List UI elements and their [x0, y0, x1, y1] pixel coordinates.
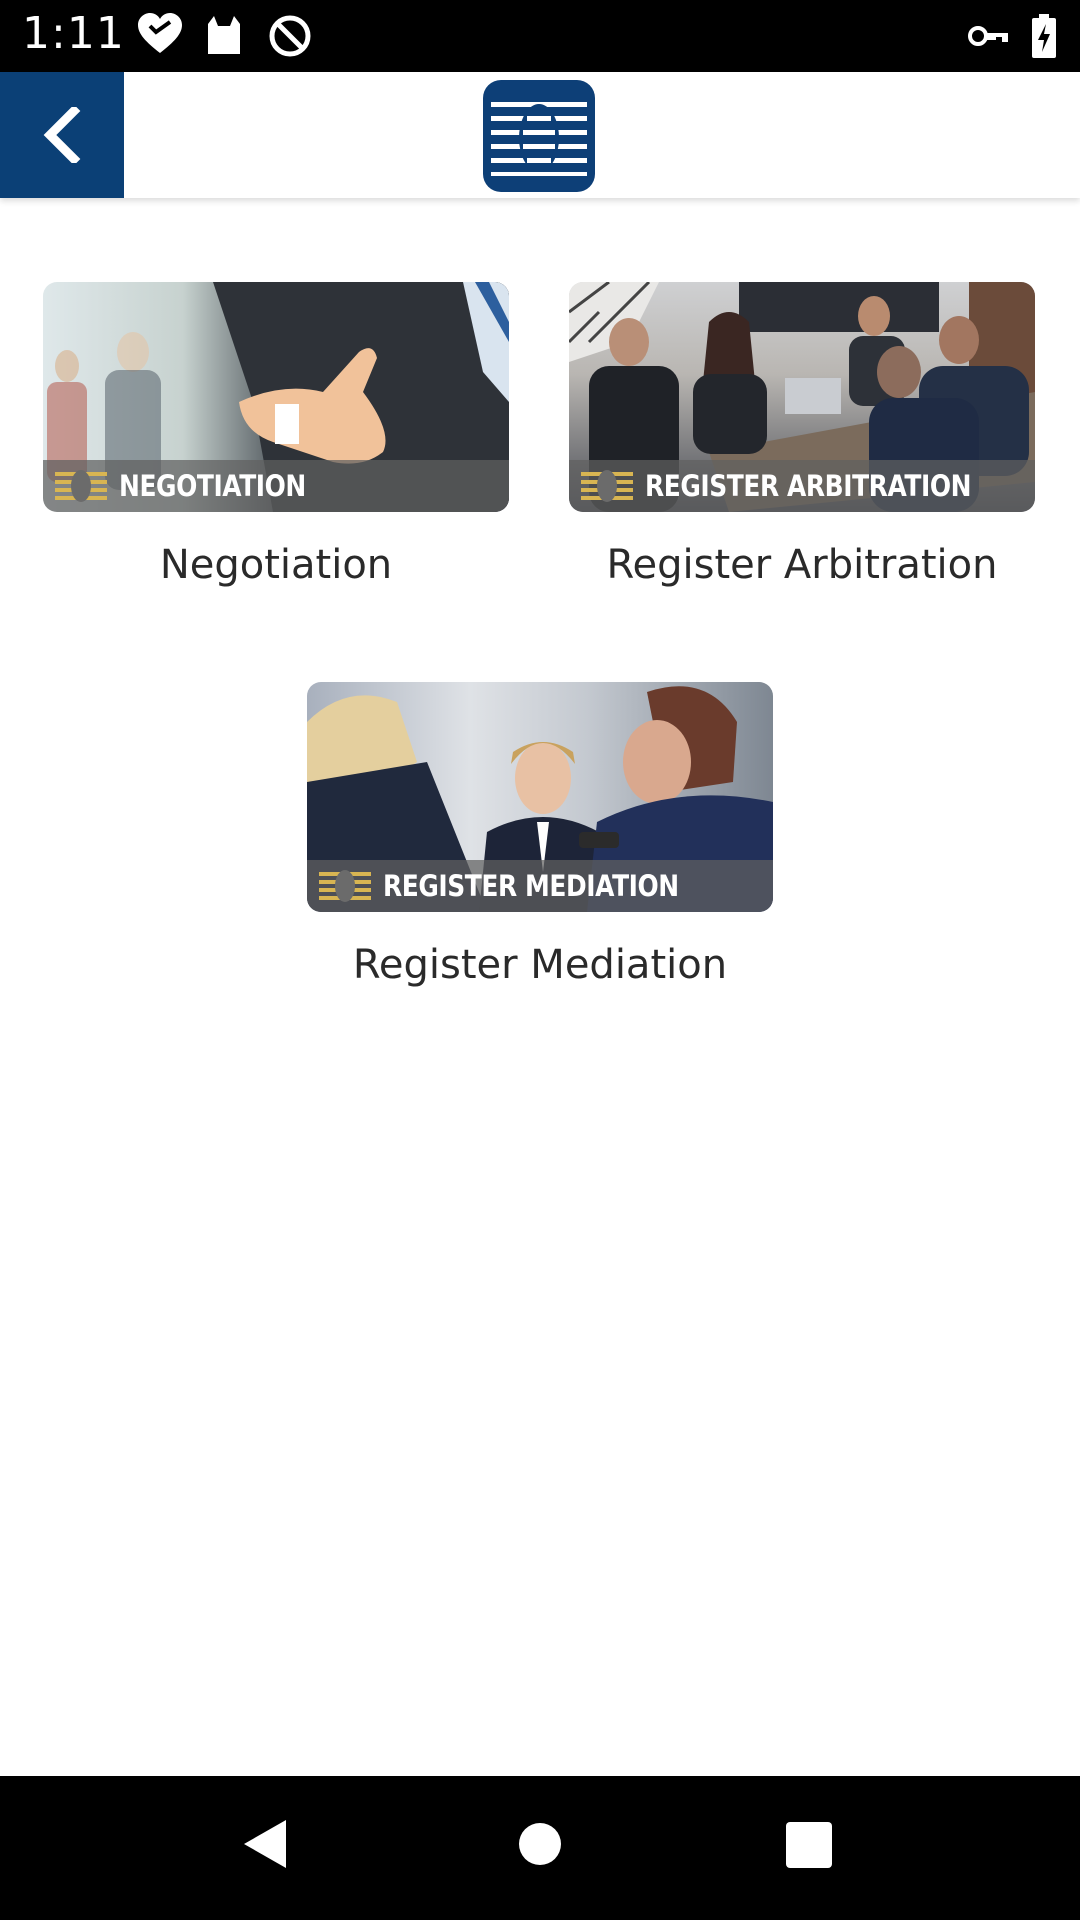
- banner-label: REGISTER ARBITRATION: [645, 469, 972, 503]
- app-bar: [0, 72, 1080, 198]
- arbitration-meeting-photo: REGISTER ARBITRATION: [569, 282, 1035, 512]
- tile-caption: Register Mediation: [352, 942, 728, 988]
- tile-caption: Negotiation: [159, 542, 393, 588]
- nav-back-icon[interactable]: [242, 1818, 288, 1870]
- system-nav-bar: [0, 1776, 1080, 1920]
- tile-banner: NEGOTIATION: [43, 460, 509, 512]
- register-arbitration-tile[interactable]: REGISTER ARBITRATION Register Arbitratio…: [569, 282, 1035, 588]
- cat-icon: [208, 16, 240, 54]
- heart-icon: [138, 13, 182, 53]
- mediation-meeting-photo: REGISTER MEDIATION: [307, 682, 773, 912]
- tile-caption: Register Arbitration: [606, 542, 998, 588]
- status-time: 1:11: [22, 8, 125, 59]
- tile-banner: REGISTER MEDIATION: [307, 860, 773, 912]
- brand-logo: [483, 80, 595, 192]
- handshake-offer-photo: NEGOTIATION: [43, 282, 509, 512]
- brand-mark-icon: [319, 870, 371, 902]
- status-bar: 1:11: [0, 0, 1080, 72]
- no-disturb-icon: [269, 15, 311, 57]
- brand-mark-icon: [55, 470, 107, 502]
- tile-banner: REGISTER ARBITRATION: [569, 460, 1035, 512]
- nav-recents-icon[interactable]: [786, 1822, 832, 1868]
- banner-label: REGISTER MEDIATION: [383, 869, 679, 903]
- nav-home-icon[interactable]: [518, 1822, 562, 1866]
- battery-charging-icon: [1032, 14, 1056, 58]
- back-button[interactable]: [0, 72, 124, 198]
- chevron-left-icon: [43, 107, 81, 163]
- options-grid: NEGOTIATION Negotiation REGISTER ARBITRA…: [0, 198, 1080, 1776]
- vpn-key-icon: [968, 26, 1008, 46]
- register-mediation-tile[interactable]: REGISTER MEDIATION Register Mediation: [307, 682, 773, 988]
- negotiation-tile[interactable]: NEGOTIATION Negotiation: [43, 282, 509, 588]
- banner-label: NEGOTIATION: [119, 469, 306, 503]
- brand-mark-icon: [581, 470, 633, 502]
